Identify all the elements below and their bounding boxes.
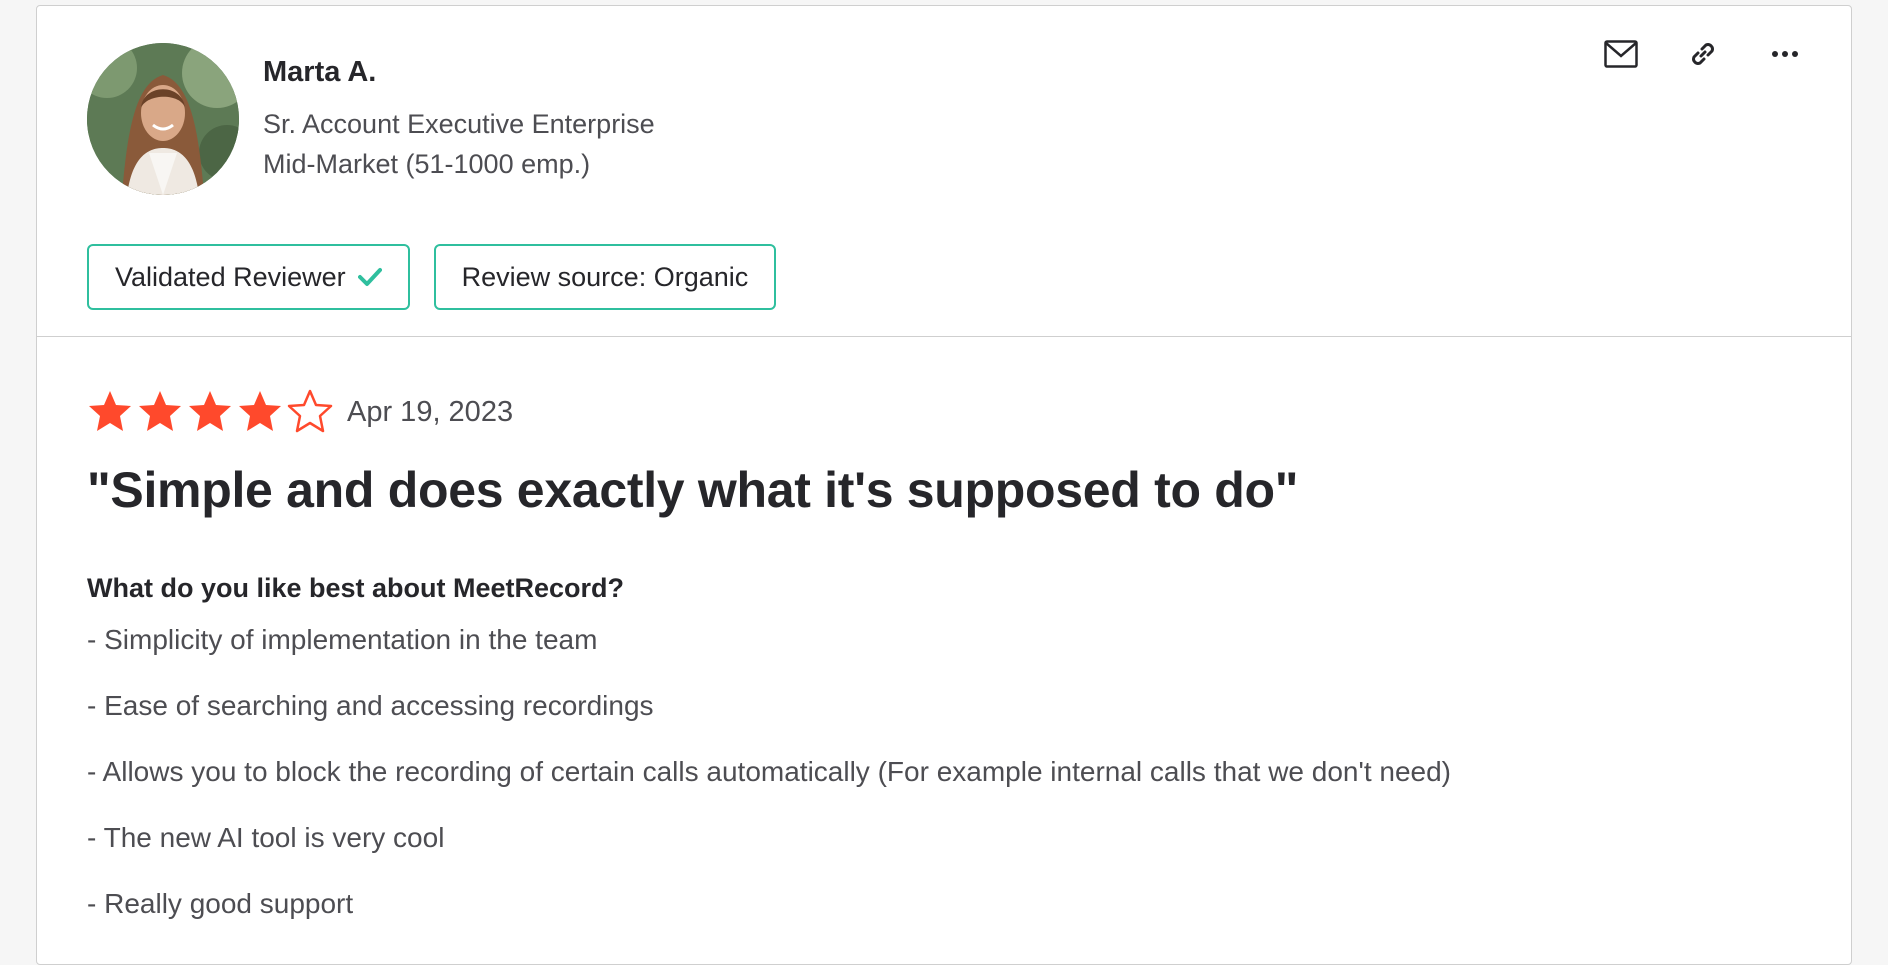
ellipsis-icon[interactable] <box>1767 36 1803 72</box>
review-date: Apr 19, 2023 <box>347 395 514 428</box>
review-question: What do you like best about MeetRecord? <box>87 573 625 603</box>
review-answers: - Simplicity of implementation in the te… <box>87 623 1451 953</box>
review-actions <box>1603 36 1803 72</box>
answer-item: - The new AI tool is very cool <box>87 822 445 853</box>
star-empty-icon <box>287 389 333 433</box>
star-filled-icon <box>139 391 181 431</box>
answer-item: - Simplicity of implementation in the te… <box>87 624 598 655</box>
review-title: "Simple and does exactly what it's suppo… <box>87 462 1299 518</box>
avatar[interactable] <box>87 43 239 195</box>
answer-item: - Allows you to block the recording of c… <box>87 756 1452 787</box>
star-filled-icon <box>239 391 281 431</box>
validated-reviewer-badge[interactable]: Validated Reviewer <box>87 244 410 310</box>
envelope-icon[interactable] <box>1603 36 1639 72</box>
link-icon[interactable] <box>1685 36 1721 72</box>
rating-row: Apr 19, 2023 <box>87 389 513 435</box>
reviewer-header: Marta A. Sr. Account Executive Enterpris… <box>37 6 1851 337</box>
review-card: Marta A. Sr. Account Executive Enterpris… <box>36 5 1852 965</box>
reviewer-name[interactable]: Marta A. <box>263 56 376 89</box>
answer-item: - Ease of searching and accessing record… <box>87 690 654 721</box>
validated-reviewer-label: Validated Reviewer <box>115 261 346 292</box>
check-icon <box>357 267 382 287</box>
reviewer-role: Sr. Account Executive Enterprise <box>263 109 655 139</box>
answer-item: - Really good support <box>87 888 354 919</box>
review-source-label: Review source: Organic <box>461 261 749 292</box>
badges: Validated Reviewer Review source: Organi… <box>87 244 777 310</box>
reviewer-segment: Mid-Market (51-1000 emp.) <box>263 149 591 179</box>
star-rating <box>87 389 333 435</box>
star-filled-icon <box>189 391 231 431</box>
star-filled-icon <box>89 391 131 431</box>
review-source-badge[interactable]: Review source: Organic <box>433 244 777 310</box>
